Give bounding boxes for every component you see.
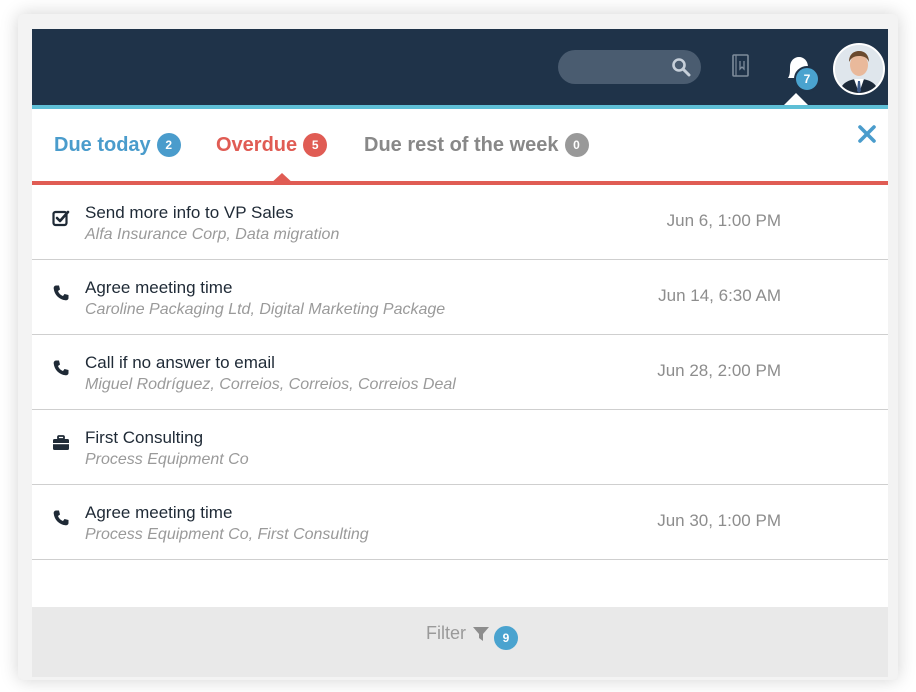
task-subtitle: Process Equipment Co <box>85 451 249 468</box>
filter-count-badge: 9 <box>494 626 518 650</box>
task-panel: Due today 2 Overdue 5 Due rest of the we… <box>32 109 888 607</box>
top-bar: 7 <box>32 29 888 107</box>
search-icon[interactable] <box>671 57 691 77</box>
task-title: Agree meeting time <box>85 278 233 297</box>
phone-icon <box>53 360 69 376</box>
tab-due-rest-of-week[interactable]: Due rest of the week 0 <box>364 133 589 157</box>
task-title: Send more info to VP Sales <box>85 203 294 222</box>
notification-badge: 7 <box>794 66 820 92</box>
tab-due-today[interactable]: Due today 2 <box>54 133 181 157</box>
tab-label: Overdue <box>216 133 298 156</box>
tab-count-badge: 0 <box>564 133 589 157</box>
tab-count-badge: 5 <box>303 133 328 157</box>
task-title: Agree meeting time <box>85 503 233 522</box>
filter-button[interactable]: Filter <box>426 623 490 644</box>
task-list: Send more info to VP Sales Alfa Insuranc… <box>32 185 888 560</box>
task-due-date: Jun 28, 2:00 PM <box>657 361 781 380</box>
footer-bar: Filter 9 <box>32 607 888 677</box>
notifications-popup: 7 Due today 2 Overdue 5 Due rest of the … <box>32 29 888 677</box>
tab-count-badge: 2 <box>156 133 181 157</box>
task-title: First Consulting <box>85 428 204 447</box>
filter-funnel-icon <box>473 626 489 641</box>
active-tab-pointer <box>269 173 295 185</box>
task-subtitle: Miguel Rodríguez, Correios, Correios, Co… <box>85 376 456 393</box>
phone-icon <box>53 510 69 526</box>
phone-icon <box>53 285 69 301</box>
list-item[interactable]: Agree meeting time Process Equipment Co,… <box>32 485 888 560</box>
list-item[interactable]: Send more info to VP Sales Alfa Insuranc… <box>32 185 888 260</box>
tab-bar: Due today 2 Overdue 5 Due rest of the we… <box>32 109 888 185</box>
checkbox-icon <box>52 210 70 227</box>
tab-overdue[interactable]: Overdue 5 <box>216 133 328 157</box>
filter-label: Filter <box>426 623 466 643</box>
list-item[interactable]: First Consulting Process Equipment Co <box>32 410 888 485</box>
list-item[interactable]: Agree meeting time Caroline Packaging Lt… <box>32 260 888 335</box>
user-avatar[interactable] <box>833 43 885 95</box>
task-due-date: Jun 6, 1:00 PM <box>666 211 781 230</box>
search-input[interactable] <box>558 50 701 84</box>
task-subtitle: Alfa Insurance Corp, Data migration <box>85 226 340 243</box>
tab-label: Due today <box>54 133 151 156</box>
task-subtitle: Caroline Packaging Ltd, Digital Marketin… <box>85 301 446 318</box>
task-due-date: Jun 14, 6:30 AM <box>658 286 781 305</box>
tab-label: Due rest of the week <box>364 133 559 156</box>
task-due-date: Jun 30, 1:00 PM <box>657 511 781 530</box>
briefcase-icon <box>53 435 69 450</box>
task-subtitle: Process Equipment Co, First Consulting <box>85 526 369 543</box>
close-icon[interactable] <box>856 123 878 145</box>
task-title: Call if no answer to email <box>85 353 275 372</box>
list-item[interactable]: Call if no answer to email Miguel Rodríg… <box>32 335 888 410</box>
bookmark-book-icon[interactable] <box>731 53 751 79</box>
